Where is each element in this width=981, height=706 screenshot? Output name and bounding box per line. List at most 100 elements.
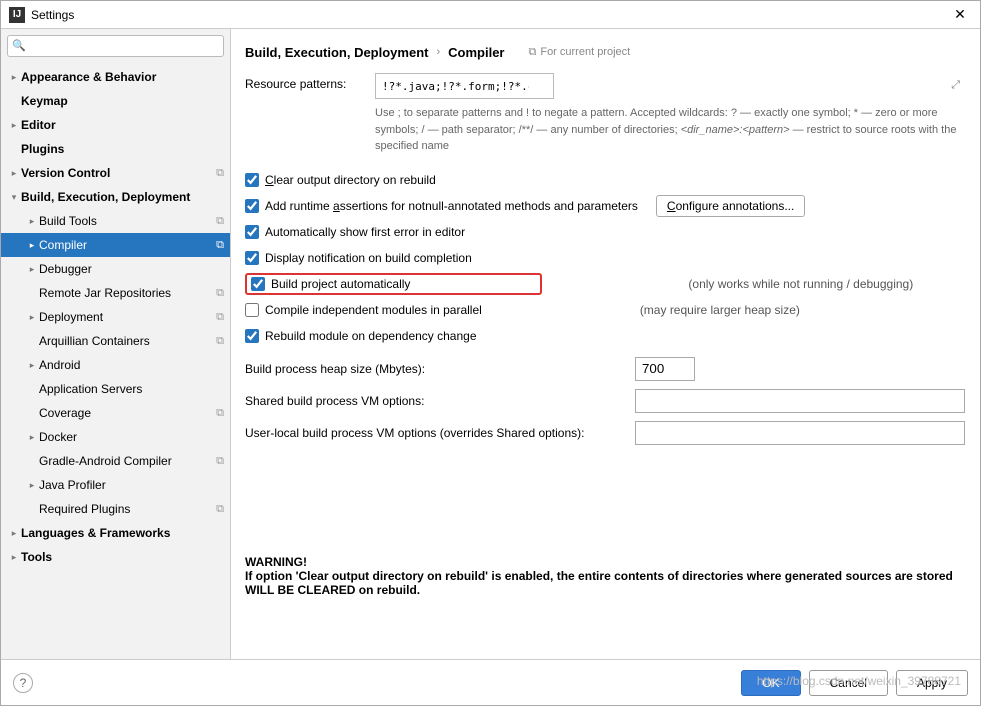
chevron-right-icon: › xyxy=(436,46,440,58)
tree-arrow-icon: ▸ xyxy=(7,120,21,131)
tree-item-label: Editor xyxy=(21,118,224,132)
show-first-error-label: Automatically show first error in editor xyxy=(265,225,465,239)
app-icon: IJ xyxy=(9,7,25,23)
copy-icon: ⧉ xyxy=(216,503,224,516)
tree-item-label: Required Plugins xyxy=(39,502,216,516)
user-vm-label: User-local build process VM options (ove… xyxy=(245,426,635,440)
tree-item-plugins[interactable]: Plugins xyxy=(1,137,230,161)
compile-parallel-note: (may require larger heap size) xyxy=(640,303,800,317)
tree-item-gradle-android-compiler[interactable]: Gradle-Android Compiler⧉ xyxy=(1,449,230,473)
build-automatically-label: Build project automatically xyxy=(271,277,410,291)
warning-block: WARNING! If option 'Clear output directo… xyxy=(245,555,966,597)
tree-item-arquillian-containers[interactable]: Arquillian Containers⧉ xyxy=(1,329,230,353)
tree-item-debugger[interactable]: ▸Debugger xyxy=(1,257,230,281)
breadcrumb-part2: Compiler xyxy=(448,45,504,60)
tree-item-tools[interactable]: ▸Tools xyxy=(1,545,230,569)
tree-item-label: Build Tools xyxy=(39,214,216,228)
copy-icon: ⧉ xyxy=(216,287,224,300)
breadcrumb: Build, Execution, Deployment › Compiler … xyxy=(245,39,966,65)
copy-icon: ⧉ xyxy=(216,311,224,324)
tree-arrow-icon: ▸ xyxy=(25,240,39,251)
tree-arrow-icon: ▸ xyxy=(25,480,39,491)
breadcrumb-part1: Build, Execution, Deployment xyxy=(245,45,428,60)
tree-item-build-tools[interactable]: ▸Build Tools⧉ xyxy=(1,209,230,233)
content-panel: Build, Execution, Deployment › Compiler … xyxy=(231,29,980,659)
tree-item-application-servers[interactable]: Application Servers xyxy=(1,377,230,401)
copy-icon: ⧉ xyxy=(216,215,224,228)
search-input[interactable] xyxy=(7,35,224,57)
tree-item-coverage[interactable]: Coverage⧉ xyxy=(1,401,230,425)
build-auto-note: (only works while not running / debuggin… xyxy=(688,277,913,291)
tree-item-label: Remote Jar Repositories xyxy=(39,286,216,300)
tree-item-label: Docker xyxy=(39,430,224,444)
tree-item-appearance-behavior[interactable]: ▸Appearance & Behavior xyxy=(1,65,230,89)
tree-arrow-icon: ▸ xyxy=(7,528,21,539)
runtime-assertions-label: Add runtime assertions for notnull-annot… xyxy=(265,199,638,213)
show-first-error-checkbox[interactable] xyxy=(245,225,259,239)
rebuild-dependency-label: Rebuild module on dependency change xyxy=(265,329,477,343)
copy-icon: ⧉ xyxy=(216,239,224,252)
tree-arrow-icon: ▸ xyxy=(7,168,21,179)
tree-item-build-execution-deployment[interactable]: ▾Build, Execution, Deployment xyxy=(1,185,230,209)
runtime-assertions-checkbox[interactable] xyxy=(245,199,259,213)
tree-arrow-icon: ▸ xyxy=(7,552,21,563)
tree-arrow-icon: ▸ xyxy=(25,216,39,227)
tree-item-remote-jar-repositories[interactable]: Remote Jar Repositories⧉ xyxy=(1,281,230,305)
tree-arrow-icon: ▾ xyxy=(7,192,21,203)
tree-item-compiler[interactable]: ▸Compiler⧉ xyxy=(1,233,230,257)
sidebar: 🔍 ▸Appearance & BehaviorKeymap▸EditorPlu… xyxy=(1,29,231,659)
tree-item-required-plugins[interactable]: Required Plugins⧉ xyxy=(1,497,230,521)
search-icon: 🔍 xyxy=(12,39,26,52)
window-title: Settings xyxy=(31,8,948,22)
resource-patterns-label: Resource patterns: xyxy=(245,73,375,91)
help-icon[interactable]: ? xyxy=(13,673,33,693)
settings-tree: ▸Appearance & BehaviorKeymap▸EditorPlugi… xyxy=(1,63,230,659)
heap-size-label: Build process heap size (Mbytes): xyxy=(245,362,635,376)
resource-patterns-input[interactable] xyxy=(375,73,554,99)
display-notification-label: Display notification on build completion xyxy=(265,251,472,265)
copy-icon: ⧉ xyxy=(216,167,224,180)
rebuild-dependency-checkbox[interactable] xyxy=(245,329,259,343)
tree-item-label: Build, Execution, Deployment xyxy=(21,190,224,204)
tree-arrow-icon: ▸ xyxy=(7,72,21,83)
user-vm-input[interactable] xyxy=(635,421,965,445)
shared-vm-input[interactable] xyxy=(635,389,965,413)
cancel-button[interactable]: Cancel xyxy=(809,670,888,696)
tree-item-label: Keymap xyxy=(21,94,224,108)
build-auto-highlight: Build project automatically xyxy=(245,273,542,295)
tree-item-editor[interactable]: ▸Editor xyxy=(1,113,230,137)
build-automatically-checkbox[interactable] xyxy=(251,277,265,291)
configure-annotations-button[interactable]: Configure annotations... xyxy=(656,195,805,217)
tree-item-docker[interactable]: ▸Docker xyxy=(1,425,230,449)
copy-icon: ⧉ xyxy=(216,455,224,468)
tree-item-label: Deployment xyxy=(39,310,216,324)
tree-item-label: Plugins xyxy=(21,142,224,156)
tree-item-label: Gradle-Android Compiler xyxy=(39,454,216,468)
expand-icon[interactable]: ⤢ xyxy=(951,79,960,92)
tree-item-label: Version Control xyxy=(21,166,216,180)
heap-size-input[interactable] xyxy=(635,357,695,381)
tree-item-languages-frameworks[interactable]: ▸Languages & Frameworks xyxy=(1,521,230,545)
tree-item-label: Java Profiler xyxy=(39,478,224,492)
tree-item-keymap[interactable]: Keymap xyxy=(1,89,230,113)
tree-arrow-icon: ▸ xyxy=(25,264,39,275)
copy-icon: ⧉ xyxy=(216,335,224,348)
tree-item-version-control[interactable]: ▸Version Control⧉ xyxy=(1,161,230,185)
tree-item-java-profiler[interactable]: ▸Java Profiler xyxy=(1,473,230,497)
tree-item-label: Coverage xyxy=(39,406,216,420)
tree-item-deployment[interactable]: ▸Deployment⧉ xyxy=(1,305,230,329)
display-notification-checkbox[interactable] xyxy=(245,251,259,265)
dialog-footer: ? OK Cancel Apply xyxy=(1,659,980,705)
resource-patterns-hint: Use ; to separate patterns and ! to nega… xyxy=(375,105,966,155)
tree-item-android[interactable]: ▸Android xyxy=(1,353,230,377)
tree-item-label: Debugger xyxy=(39,262,224,276)
clear-output-checkbox[interactable] xyxy=(245,173,259,187)
compile-parallel-checkbox[interactable] xyxy=(245,303,259,317)
ok-button[interactable]: OK xyxy=(741,670,800,696)
tree-item-label: Compiler xyxy=(39,238,216,252)
copy-icon: ⧉ xyxy=(528,46,536,59)
apply-button[interactable]: Apply xyxy=(896,670,968,696)
tree-arrow-icon: ▸ xyxy=(25,360,39,371)
close-icon[interactable]: ✕ xyxy=(948,6,972,23)
tree-item-label: Languages & Frameworks xyxy=(21,526,224,540)
